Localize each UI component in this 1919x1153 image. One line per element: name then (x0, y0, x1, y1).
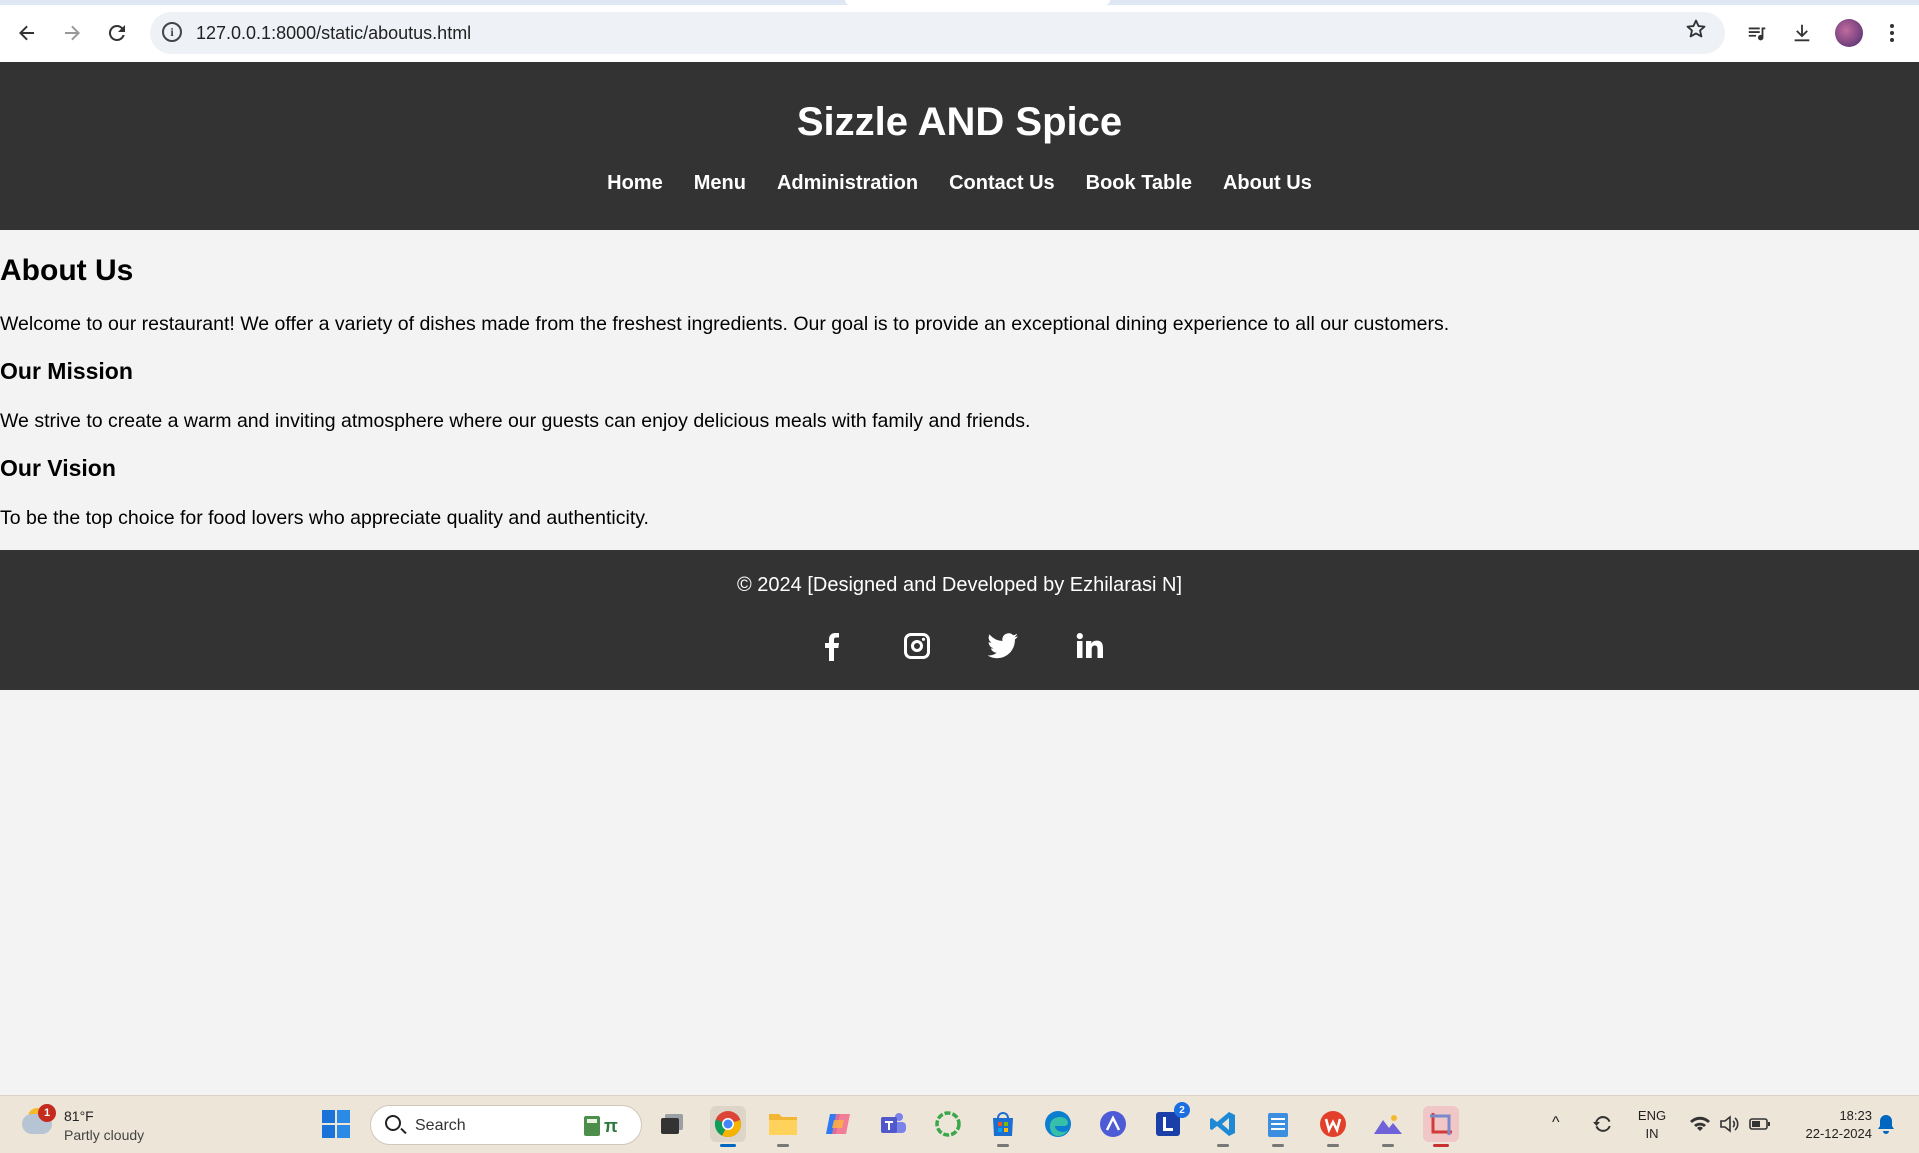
profile-avatar[interactable] (1835, 19, 1863, 47)
notification-bell-icon[interactable] (1868, 1106, 1904, 1142)
vision-heading: Our Vision (0, 455, 116, 481)
weather-widget[interactable]: 1 81°F Partly cloudy (22, 1104, 172, 1146)
back-arrow-icon[interactable] (10, 16, 44, 50)
nav-book-table[interactable]: Book Table (1086, 172, 1192, 195)
mission-paragraph: We strive to create a warm and inviting … (0, 410, 1031, 432)
download-icon[interactable] (1785, 16, 1819, 50)
browser-chrome: i 127.0.0.1:8000/static/aboutus.html (0, 0, 1919, 62)
address-bar[interactable]: i 127.0.0.1:8000/static/aboutus.html (150, 12, 1725, 54)
language-code: ENG (1637, 1108, 1667, 1123)
green-ring-app-icon[interactable] (930, 1106, 966, 1142)
tray-chevron-icon[interactable]: ^ (1552, 1114, 1560, 1132)
site-footer: © 2024 [Designed and Developed by Ezhila… (0, 550, 1919, 690)
bookmark-star-icon[interactable] (1685, 18, 1707, 47)
wps-office-icon[interactable] (1315, 1106, 1351, 1147)
site-title: Sizzle AND Spice (796, 100, 1123, 144)
media-icon[interactable] (1740, 16, 1774, 50)
windows-start-icon[interactable] (318, 1106, 354, 1142)
weather-temperature: 81°F (64, 1108, 94, 1124)
social-links (0, 628, 1919, 664)
clock[interactable]: 18:23 22-12-2024 (1780, 1107, 1873, 1143)
vision-paragraph: To be the top choice for food lovers who… (0, 507, 649, 529)
sync-icon[interactable] (1585, 1106, 1621, 1142)
nav-about-us[interactable]: About Us (1223, 172, 1312, 195)
nav-home[interactable]: Home (607, 172, 663, 195)
language-region: IN (1645, 1126, 1659, 1141)
copilot-icon[interactable] (820, 1106, 856, 1142)
nav-contact-us[interactable]: Contact Us (949, 172, 1055, 195)
volume-icon (1720, 1115, 1739, 1133)
chrome-icon[interactable] (710, 1106, 746, 1147)
wifi-icon (1690, 1116, 1710, 1131)
vector-app-icon[interactable] (1095, 1106, 1131, 1142)
page-heading: About Us (0, 254, 134, 287)
file-explorer-icon[interactable] (765, 1106, 801, 1147)
taskbar-search[interactable]: Search π (370, 1105, 642, 1145)
taskbar: 1 81°F Partly cloudy Search π 2 ^ ENG IN… (0, 1095, 1919, 1153)
clock-date: 22-12-2024 (1805, 1126, 1873, 1141)
clock-time: 18:23 (1839, 1108, 1872, 1123)
site-header: Sizzle AND Spice Home Menu Administratio… (0, 62, 1919, 230)
linkedin-icon[interactable] (1071, 628, 1107, 664)
nav-menu[interactable]: Menu (694, 172, 746, 195)
search-icon (385, 1115, 401, 1131)
mission-heading: Our Mission (0, 358, 133, 384)
reload-icon[interactable] (100, 16, 134, 50)
forward-arrow-icon[interactable] (55, 16, 89, 50)
twitter-icon[interactable] (985, 628, 1021, 664)
snipping-tool-icon[interactable] (1423, 1106, 1459, 1147)
microsoft-store-icon[interactable] (985, 1106, 1021, 1147)
instagram-icon[interactable] (899, 628, 935, 664)
menu-dots-icon[interactable] (1875, 16, 1909, 50)
main-nav: Home Menu Administration Contact Us Book… (0, 172, 1919, 195)
url-text[interactable]: 127.0.0.1:8000/static/aboutus.html (196, 23, 471, 44)
photos-icon[interactable] (1370, 1106, 1406, 1147)
vscode-icon[interactable] (1205, 1106, 1241, 1147)
weather-badge: 1 (38, 1104, 56, 1122)
calculator-highlight-icon: π (583, 1113, 631, 1139)
nav-administration[interactable]: Administration (777, 172, 918, 195)
edge-icon[interactable] (1040, 1106, 1076, 1142)
info-icon[interactable]: i (162, 22, 182, 42)
intro-paragraph: Welcome to our restaurant! We offer a va… (0, 313, 1450, 335)
weather-condition: Partly cloudy (64, 1127, 145, 1143)
task-view-icon[interactable] (654, 1106, 690, 1142)
l-app-badge: 2 (1174, 1102, 1190, 1118)
language-indicator[interactable]: ENG IN (1634, 1107, 1670, 1143)
notepad-icon[interactable] (1260, 1106, 1296, 1147)
battery-icon (1749, 1118, 1770, 1130)
active-tab[interactable] (845, 0, 1110, 5)
l-app-icon[interactable]: 2 (1150, 1102, 1190, 1142)
system-tray-status[interactable] (1680, 1106, 1780, 1142)
facebook-icon[interactable] (813, 628, 849, 664)
teams-icon[interactable] (875, 1106, 911, 1142)
search-label: Search (415, 1117, 466, 1134)
copyright-text: © 2024 [Designed and Developed by Ezhila… (737, 574, 1182, 596)
calc-pi-glyph: π (604, 1115, 618, 1136)
